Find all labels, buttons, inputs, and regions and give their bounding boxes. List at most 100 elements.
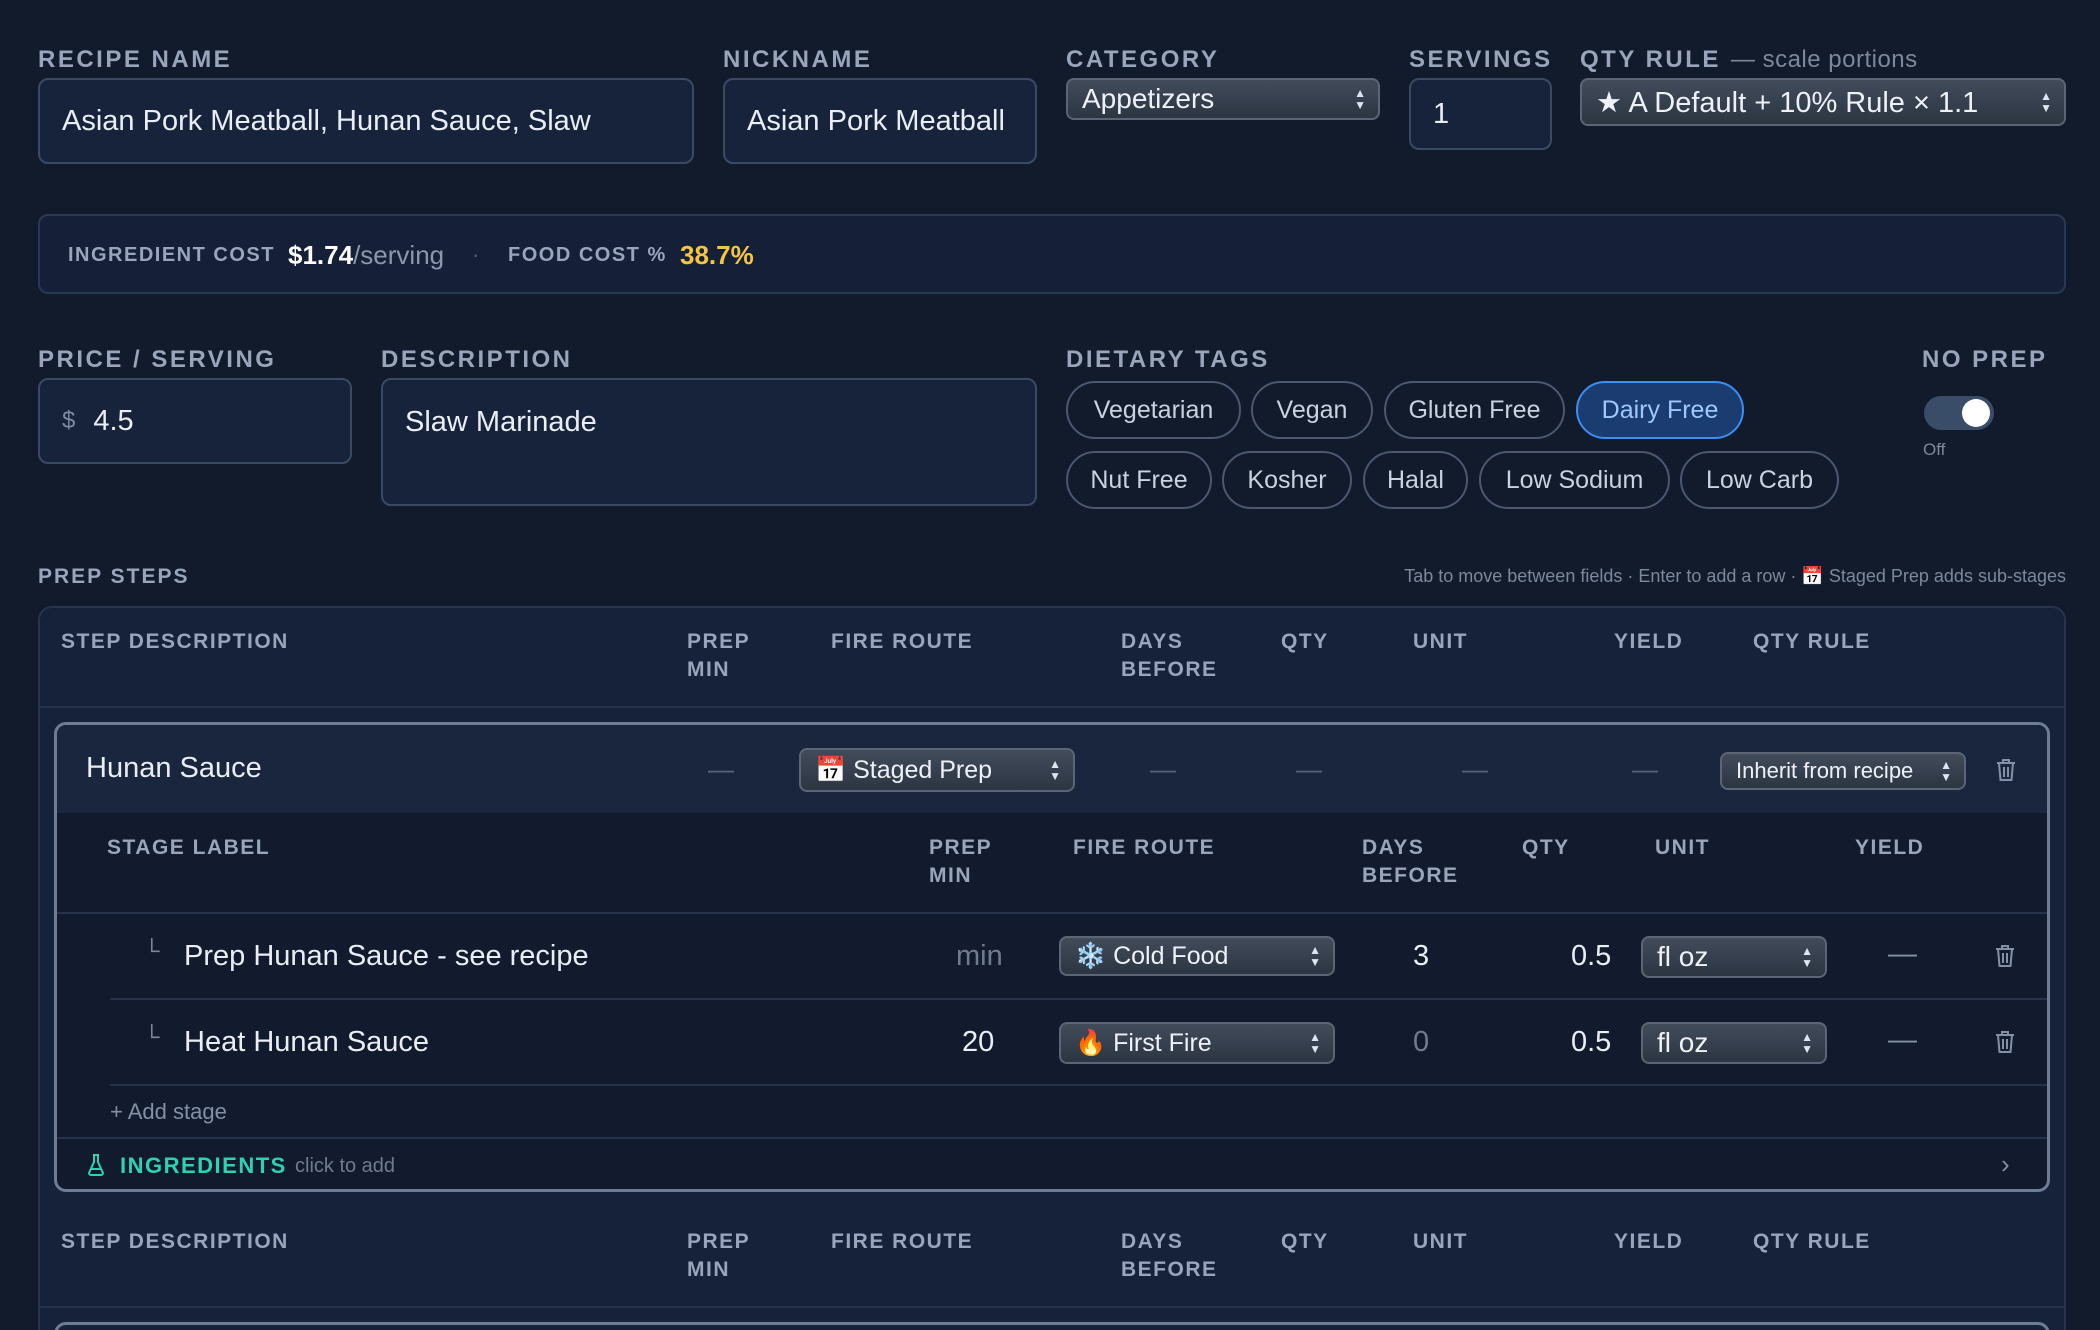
stage-label-input[interactable]: Heat Hunan Sauce [184,1026,429,1059]
stage-days-line1: DAYS [1362,836,1425,859]
ingredients-toggle[interactable]: INGREDIENTS [120,1153,287,1179]
nickname-input[interactable]: Asian Pork Meatball [723,78,1037,164]
prep-steps-label: PREP STEPS [38,565,190,588]
stage-days-before-input[interactable]: 3 [1413,940,1429,973]
category-select-value: Appetizers [1082,83,1215,114]
stage-indent-icon: └ [144,938,160,963]
cost-summary-bar: INGREDIENT COST $1.74/serving · FOOD COS… [38,214,2066,294]
no-prep-label: NO PREP [1922,346,2048,373]
tag-vegan[interactable]: Vegan [1251,381,1373,439]
step-name[interactable]: Hunan Sauce [86,752,262,785]
col-step-description: STEP DESCRIPTION [61,630,289,653]
select-arrows-icon: ▲ ▼ [1801,1030,1813,1056]
header-divider [38,1306,2066,1308]
stage-qty-input[interactable]: 0.5 [1571,1026,1611,1059]
ingredient-cost-value: $1.74/serving [288,240,444,271]
toggle-knob [1962,399,1990,427]
col-stage-qty: QTY [1522,836,1570,859]
ingredients-hint: click to add [295,1155,396,1177]
price-value: 4.5 [93,404,134,437]
stage-header-divider [57,912,2047,914]
step-fire-route-select[interactable]: 📅 Staged Prep ▲ ▼ [799,748,1075,792]
col-prep-line1: PREP [687,1230,751,1253]
qty-rule-note: — scale portions [1730,46,1918,73]
tag-vegetarian[interactable]: Vegetarian [1066,381,1241,439]
col-stage-prep-min: PREP MIN [929,834,992,890]
col-stage-label: STAGE LABEL [107,836,271,859]
step-prep-min-empty: — [708,754,734,784]
price-input[interactable]: $ 4.5 [38,378,352,464]
recipe-name-label: RECIPE NAME [38,46,233,73]
stage-fire-route-select[interactable]: ❄️ Cold Food ▲ ▼ [1059,936,1335,976]
col-unit: UNIT [1413,630,1468,653]
servings-input[interactable]: 1 [1409,78,1552,150]
stage-fire-route-select[interactable]: 🔥 First Fire ▲ ▼ [1059,1022,1335,1064]
stage-row-divider [110,998,2047,1000]
col-prep-line2: MIN [687,658,730,681]
col-yield: YIELD [1614,630,1684,653]
stage-yield-value: — [1888,1024,1917,1056]
nickname-label: NICKNAME [723,46,873,73]
stage-label-input[interactable]: Prep Hunan Sauce - see recipe [184,940,589,973]
select-arrows-icon: ▲ ▼ [2040,89,2052,115]
stage-prep-line2: MIN [929,864,972,887]
col-qty: QTY [1281,1230,1329,1253]
category-select[interactable]: Appetizers ▲ ▼ [1066,78,1380,120]
stage-row-divider [110,1084,2047,1086]
chevron-right-icon[interactable]: › [2001,1149,2010,1180]
delete-stage-trash-icon[interactable] [1994,1029,2016,1055]
select-arrows-icon: ▲ ▼ [1801,944,1813,970]
col-qty-rule: QTY RULE [1753,630,1871,653]
prep-steps-help: Tab to move between fields · Enter to ad… [1404,566,2066,586]
description-textarea[interactable]: Slaw Marinade [381,378,1037,506]
col-fire-route: FIRE ROUTE [831,1230,974,1253]
col-days-before: DAYS BEFORE [1121,1228,1218,1284]
tag-low-sodium[interactable]: Low Sodium [1479,451,1670,509]
add-stage-button[interactable]: + Add stage [110,1099,227,1125]
step-card [54,1322,2050,1330]
tag-nut-free[interactable]: Nut Free [1066,451,1212,509]
step-qty-rule-select[interactable]: Inherit from recipe ▲ ▼ [1720,752,1966,790]
stage-fire-route-value: 🔥 First Fire [1075,1028,1212,1057]
qty-rule-select[interactable]: ★ A Default + 10% Rule × 1.1 ▲ ▼ [1580,78,2066,126]
description-label: DESCRIPTION [381,346,573,373]
no-prep-state: Off [1923,440,1946,459]
stage-prep-min-input[interactable]: min [956,940,1003,973]
tag-dairy-free[interactable]: Dairy Free [1576,381,1744,439]
stage-unit-value: fl oz [1657,1027,1709,1058]
stage-unit-select[interactable]: fl oz ▲ ▼ [1641,936,1827,978]
stage-prep-min-input[interactable]: 20 [962,1026,994,1059]
delete-stage-trash-icon[interactable] [1994,943,2016,969]
qty-rule-label-text: QTY RULE [1580,46,1721,73]
col-stage-yield: YIELD [1855,836,1925,859]
select-arrows-icon: ▲ ▼ [1309,943,1321,969]
dietary-tags-label: DIETARY TAGS [1066,346,1270,373]
col-days-line2: BEFORE [1121,658,1218,681]
stage-qty-input[interactable]: 0.5 [1571,940,1611,973]
col-days-line1: DAYS [1121,630,1184,653]
ingredient-cost-unit: /serving [353,240,445,270]
cost-separator: · [472,242,480,267]
col-days-line2: BEFORE [1121,1258,1218,1281]
servings-label: SERVINGS [1409,46,1553,73]
delete-step-trash-icon[interactable] [1995,757,2017,783]
stage-days-line2: BEFORE [1362,864,1459,887]
tag-gluten-free[interactable]: Gluten Free [1384,381,1565,439]
header-divider [38,706,2066,708]
food-cost-value: 38.7% [680,240,754,270]
tag-low-carb[interactable]: Low Carb [1680,451,1839,509]
col-yield: YIELD [1614,1230,1684,1253]
currency-symbol: $ [62,407,76,434]
tag-halal[interactable]: Halal [1363,451,1468,509]
col-unit: UNIT [1413,1230,1468,1253]
stage-unit-select[interactable]: fl oz ▲ ▼ [1641,1022,1827,1064]
col-prep-min: PREP MIN [687,628,750,684]
col-stage-fire-route: FIRE ROUTE [1073,836,1216,859]
tag-kosher[interactable]: Kosher [1222,451,1352,509]
no-prep-toggle[interactable] [1924,396,1994,430]
col-stage-days-before: DAYS BEFORE [1362,834,1459,890]
price-label: PRICE / SERVING [38,346,277,373]
stage-days-before-input[interactable]: 0 [1413,1026,1429,1059]
recipe-name-input[interactable]: Asian Pork Meatball, Hunan Sauce, Slaw [38,78,694,164]
col-qty-rule: QTY RULE [1753,1230,1871,1253]
